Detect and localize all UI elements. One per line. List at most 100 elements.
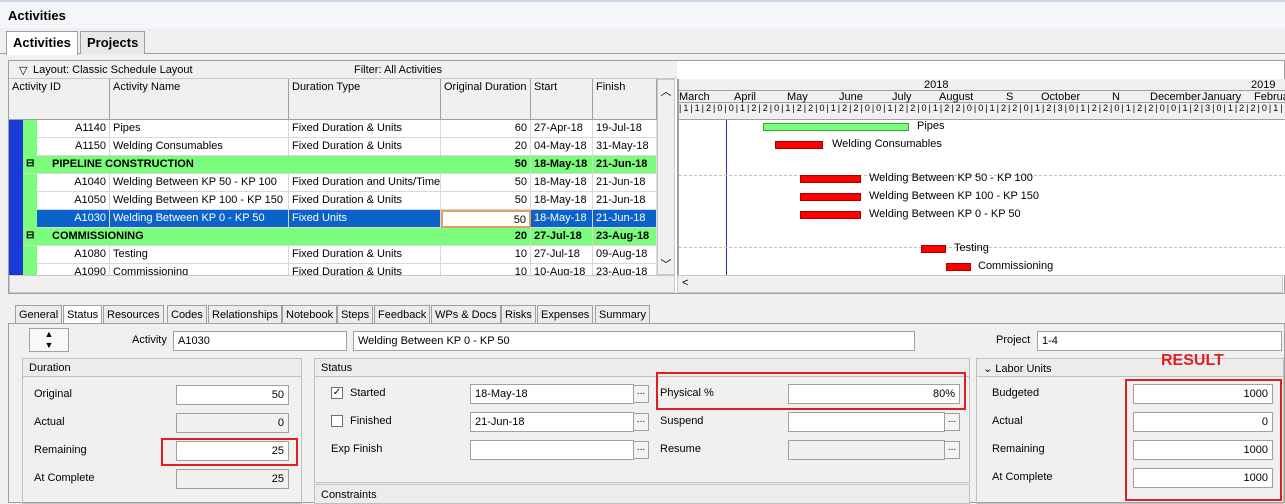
finished-date-field[interactable]: 21-Jun-18 [470, 412, 634, 432]
tab-feedback[interactable]: Feedback [374, 305, 431, 324]
gantt-bar-a1050[interactable] [800, 193, 861, 201]
scroll-up-icon[interactable]: ︿ [658, 83, 674, 99]
chevron-down-icon[interactable]: ▽ [19, 64, 27, 77]
filter-label[interactable]: Filter: All Activities [354, 64, 442, 76]
table-row[interactable]: A1080 Testing Fixed Duration & Units 10 … [9, 246, 657, 264]
table-row-selected[interactable]: A1030 Welding Between KP 0 - KP 50 Fixed… [9, 210, 657, 228]
finished-date-picker-button[interactable]: ... [633, 413, 649, 431]
table-vertical-scrollbar[interactable]: ︿ ﹀ [657, 79, 675, 275]
cell-finish[interactable]: 21-Jun-18 [593, 210, 657, 228]
expfinish-picker-button[interactable]: ... [633, 441, 649, 459]
tab-expenses[interactable]: Expenses [537, 305, 594, 324]
tab-steps[interactable]: Steps [337, 305, 374, 324]
cell-start[interactable]: 27-Jul-18 [531, 246, 593, 264]
cell-duration-type[interactable]: Fixed Duration & Units [289, 138, 441, 156]
chevron-down-icon[interactable]: ⌄ [983, 363, 992, 375]
cell-finish[interactable]: 31-May-18 [593, 138, 657, 156]
started-checkbox[interactable]: ✓ [331, 387, 343, 399]
cell-activity-name[interactable]: Pipes [110, 120, 289, 138]
collapse-icon[interactable]: ⊟ [25, 156, 37, 174]
wbs-row[interactable]: ⊟ COMMISSIONING 20 27-Jul-18 23-Aug-18 [9, 228, 657, 246]
cell-activity-name[interactable]: Testing [110, 246, 289, 264]
cell-start[interactable]: 18-May-18 [531, 156, 593, 174]
tab-activities[interactable]: Activities [6, 31, 78, 55]
cell-start[interactable]: 18-May-18 [531, 174, 593, 192]
table-row[interactable]: A1040 Welding Between KP 50 - KP 100 Fix… [9, 174, 657, 192]
col-header-start[interactable]: Start [531, 79, 593, 120]
cell-finish[interactable]: 21-Jun-18 [593, 174, 657, 192]
cell-activity-id[interactable]: A1030 [37, 210, 110, 228]
started-date-picker-button[interactable]: ... [633, 385, 649, 403]
cell-finish[interactable]: 19-Jul-18 [593, 120, 657, 138]
table-row[interactable]: A1140 Pipes Fixed Duration & Units 60 27… [9, 120, 657, 138]
table-row[interactable]: A1150 Welding Consumables Fixed Duration… [9, 138, 657, 156]
cell-duration-type[interactable]: Fixed Duration & Units [289, 120, 441, 138]
col-header-original-duration[interactable]: Original Duration [441, 79, 531, 120]
cell-original-duration[interactable]: 50 [441, 210, 531, 228]
cell-start[interactable]: 27-Jul-18 [531, 228, 593, 246]
layout-label[interactable]: Layout: Classic Schedule Layout [33, 64, 193, 76]
cell-finish[interactable]: 09-Aug-18 [593, 246, 657, 264]
suspend-picker-button[interactable]: ... [944, 413, 960, 431]
cell-duration-type[interactable]: Fixed Units [289, 210, 441, 228]
cell-activity-name[interactable]: Welding Between KP 50 - KP 100 [110, 174, 289, 192]
tab-codes[interactable]: Codes [167, 305, 207, 324]
atcomplete-duration-field[interactable]: 25 [176, 469, 289, 489]
cell-original-duration[interactable]: 50 [441, 174, 531, 192]
labor-units-header[interactable]: ⌄ Labor Units [977, 359, 1283, 377]
gantt-horizontal-scrollbar[interactable]: < [677, 275, 1283, 293]
gantt-bar-welding-consumables[interactable] [775, 141, 823, 149]
table-horizontal-scrollbar[interactable] [9, 275, 675, 293]
gantt-bar-a1030[interactable] [800, 211, 861, 219]
cell-activity-id[interactable]: A1140 [37, 120, 110, 138]
cell-original-duration[interactable]: 50 [441, 192, 531, 210]
cell-activity-name[interactable]: Welding Between KP 100 - KP 150 [110, 192, 289, 210]
tab-general[interactable]: General [15, 305, 63, 324]
gantt-bar-pipes[interactable] [763, 123, 909, 131]
scroll-left-icon[interactable]: < [682, 277, 688, 289]
wbs-row[interactable]: ⊟ PIPELINE CONSTRUCTION 50 18-May-18 21-… [9, 156, 657, 174]
cell-start[interactable]: 04-May-18 [531, 138, 593, 156]
table-row[interactable]: A1050 Welding Between KP 100 - KP 150 Fi… [9, 192, 657, 210]
cell-activity-id[interactable]: A1040 [37, 174, 110, 192]
cell-duration-type[interactable]: Fixed Duration and Units/Time [289, 174, 441, 192]
arrow-down-icon[interactable]: ▼ [30, 340, 68, 351]
tab-status[interactable]: Status [63, 305, 103, 324]
cell-start[interactable]: 18-May-18 [531, 192, 593, 210]
col-header-activity-name[interactable]: Activity Name [110, 79, 289, 120]
tab-resources[interactable]: Resources [103, 305, 164, 324]
cell-activity-id[interactable]: A1050 [37, 192, 110, 210]
nav-arrows[interactable]: ▲ ▼ [29, 328, 69, 352]
cell-original-duration[interactable]: 50 [441, 156, 531, 174]
tab-relationships[interactable]: Relationships [208, 305, 283, 324]
cell-duration-type[interactable]: Fixed Duration & Units [289, 246, 441, 264]
resume-picker-button[interactable]: ... [944, 441, 960, 459]
cell-finish[interactable]: 21-Jun-18 [593, 192, 657, 210]
tab-projects[interactable]: Projects [80, 31, 146, 54]
cell-original-duration[interactable]: 20 [441, 138, 531, 156]
gantt-bar-testing[interactable] [921, 245, 946, 253]
finished-checkbox[interactable] [331, 415, 343, 427]
col-header-finish[interactable]: Finish [593, 79, 657, 120]
cell-activity-name[interactable]: Welding Between KP 0 - KP 50 [110, 210, 289, 228]
cell-activity-id[interactable]: A1150 [37, 138, 110, 156]
arrow-up-icon[interactable]: ▲ [30, 329, 68, 340]
gantt-bar-a1040[interactable] [800, 175, 861, 183]
expfinish-field[interactable] [470, 440, 634, 460]
cell-activity-name[interactable]: Welding Consumables [110, 138, 289, 156]
col-header-duration-type[interactable]: Duration Type [289, 79, 441, 120]
cell-original-duration[interactable]: 10 [441, 246, 531, 264]
gantt-bar-commissioning[interactable] [946, 263, 971, 271]
tab-notebook[interactable]: Notebook [282, 305, 338, 324]
cell-activity-id[interactable]: A1080 [37, 246, 110, 264]
cell-duration-type[interactable]: Fixed Duration & Units [289, 192, 441, 210]
wbs-name[interactable]: COMMISSIONING [49, 228, 441, 246]
cell-finish[interactable]: 21-Jun-18 [593, 156, 657, 174]
tab-wps-docs[interactable]: WPs & Docs [431, 305, 501, 324]
activity-name-field[interactable]: Welding Between KP 0 - KP 50 [353, 331, 915, 351]
collapse-icon[interactable]: ⊟ [25, 228, 37, 246]
cell-original-duration[interactable]: 20 [441, 228, 531, 246]
project-field[interactable]: 1-4 [1037, 331, 1282, 351]
col-header-activity-id[interactable]: Activity ID [9, 79, 110, 120]
tab-summary[interactable]: Summary [595, 305, 651, 324]
